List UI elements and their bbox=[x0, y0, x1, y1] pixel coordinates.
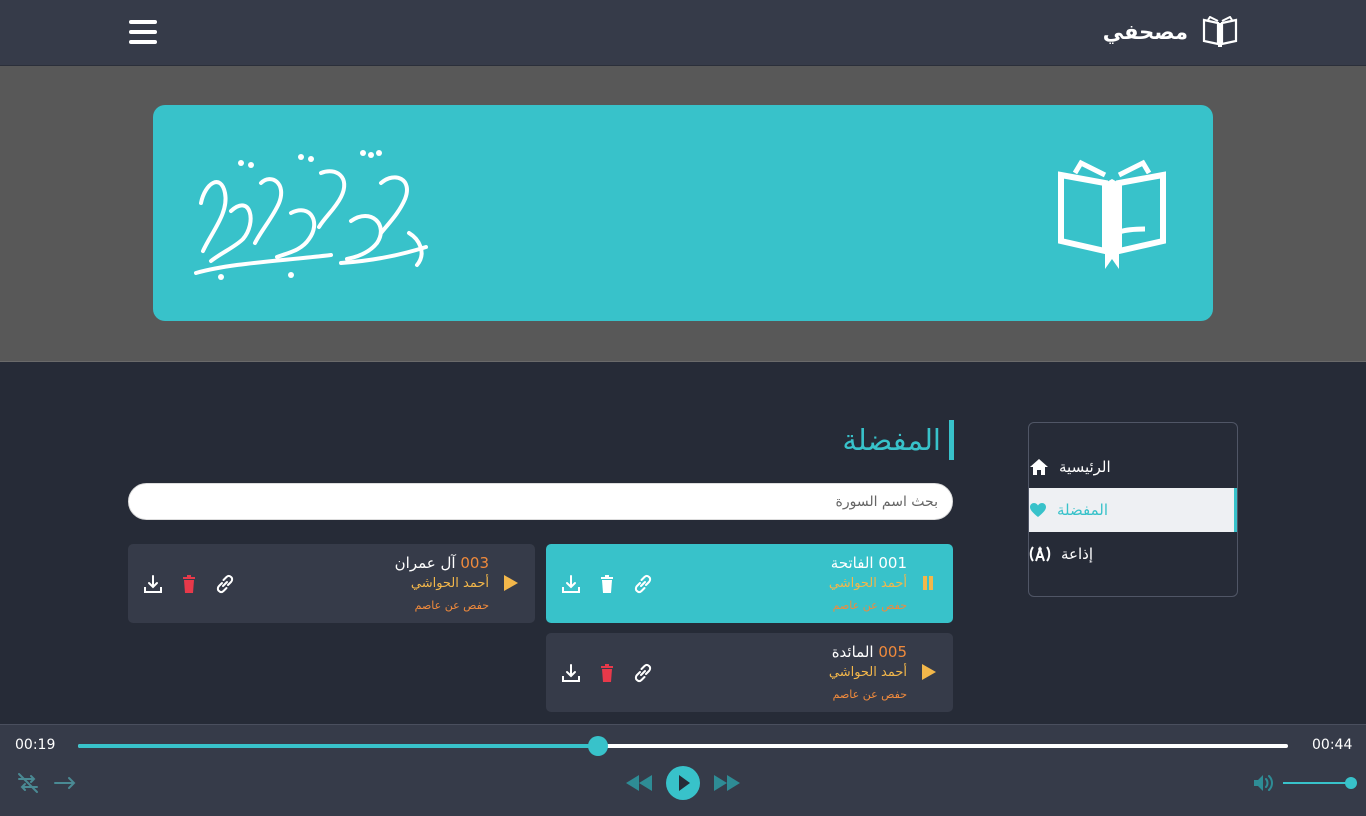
sidebar-item-radio[interactable]: إذاعة bbox=[1029, 532, 1237, 576]
seek-bar[interactable] bbox=[78, 744, 1288, 748]
favorite-card[interactable]: 005 المائدة أحمد الحواشي حفص عن عاصم bbox=[546, 633, 953, 712]
riwaya-label: حفص عن عاصم bbox=[832, 599, 907, 612]
surah-number: 001 bbox=[878, 554, 907, 572]
hamburger-line bbox=[129, 40, 157, 44]
hamburger-line bbox=[129, 30, 157, 34]
repeat-icon[interactable] bbox=[16, 771, 40, 795]
surah-name: المائدة bbox=[831, 643, 874, 661]
link-icon[interactable] bbox=[632, 573, 654, 595]
delete-icon[interactable] bbox=[596, 573, 618, 595]
sidebar-item-label: المفضلة bbox=[1057, 501, 1109, 519]
surah-title: 001 الفاتحة bbox=[831, 554, 907, 572]
surah-title: 003 آل عمران bbox=[395, 554, 489, 572]
sidebar-item-label: الرئيسية bbox=[1059, 458, 1111, 476]
link-icon[interactable] bbox=[214, 573, 236, 595]
favorite-card[interactable]: 003 آل عمران أحمد الحواشي حفص عن عاصم bbox=[128, 544, 535, 623]
volume-handle[interactable] bbox=[1345, 777, 1357, 789]
brand[interactable]: مصحفي bbox=[1103, 14, 1238, 50]
next-arrow-icon[interactable] bbox=[53, 773, 77, 793]
book-logo-icon bbox=[1058, 159, 1166, 269]
surah-number: 005 bbox=[878, 643, 907, 661]
rewind-icon[interactable] bbox=[625, 774, 653, 792]
riwaya-label: حفص عن عاصم bbox=[832, 688, 907, 701]
page-title: المفضلة bbox=[842, 420, 954, 460]
sidebar-nav: الرئيسية المفضلة إذاعة bbox=[1028, 422, 1238, 597]
surah-title: 005 المائدة bbox=[832, 643, 907, 661]
home-icon bbox=[1030, 459, 1048, 475]
fast-forward-icon[interactable] bbox=[713, 774, 741, 792]
radio-icon bbox=[1029, 545, 1051, 562]
delete-icon[interactable] bbox=[178, 573, 200, 595]
calligraphy-artwork bbox=[194, 150, 428, 280]
link-icon[interactable] bbox=[632, 662, 654, 684]
delete-icon[interactable] bbox=[596, 662, 618, 684]
sidebar-item-favorites[interactable]: المفضلة bbox=[1029, 488, 1237, 532]
download-icon[interactable] bbox=[560, 573, 582, 595]
download-icon[interactable] bbox=[560, 662, 582, 684]
sidebar-item-home[interactable]: الرئيسية bbox=[1029, 445, 1237, 489]
volume-icon[interactable] bbox=[1253, 773, 1275, 793]
current-time: 00:19 bbox=[15, 737, 56, 753]
brand-name: مصحفي bbox=[1102, 20, 1188, 44]
seek-bar-progress bbox=[78, 744, 599, 748]
riwaya-label: حفص عن عاصم bbox=[414, 599, 489, 612]
book-logo-icon bbox=[1202, 16, 1238, 47]
pause-icon[interactable] bbox=[918, 573, 938, 593]
download-icon[interactable] bbox=[142, 573, 164, 595]
menu-toggle-button[interactable] bbox=[129, 20, 157, 46]
hero-banner bbox=[153, 105, 1213, 321]
sidebar-item-label: إذاعة bbox=[1061, 545, 1094, 563]
reciter-name: أحمد الحواشي bbox=[828, 576, 907, 591]
reciter-name: أحمد الحواشي bbox=[410, 576, 489, 591]
play-button[interactable] bbox=[666, 766, 700, 800]
play-icon[interactable] bbox=[500, 573, 520, 593]
surah-name: الفاتحة bbox=[830, 554, 874, 572]
surah-number: 003 bbox=[460, 554, 489, 572]
heart-icon bbox=[1030, 503, 1046, 517]
favorite-card[interactable]: 001 الفاتحة أحمد الحواشي حفص عن عاصم bbox=[546, 544, 953, 623]
play-icon[interactable] bbox=[918, 662, 938, 682]
surah-name: آل عمران bbox=[394, 554, 456, 572]
volume-slider[interactable] bbox=[1283, 782, 1351, 784]
reciter-name: أحمد الحواشي bbox=[828, 665, 907, 680]
search-input[interactable] bbox=[128, 483, 953, 520]
hamburger-line bbox=[129, 20, 157, 24]
duration-time: 00:44 bbox=[1312, 737, 1353, 753]
